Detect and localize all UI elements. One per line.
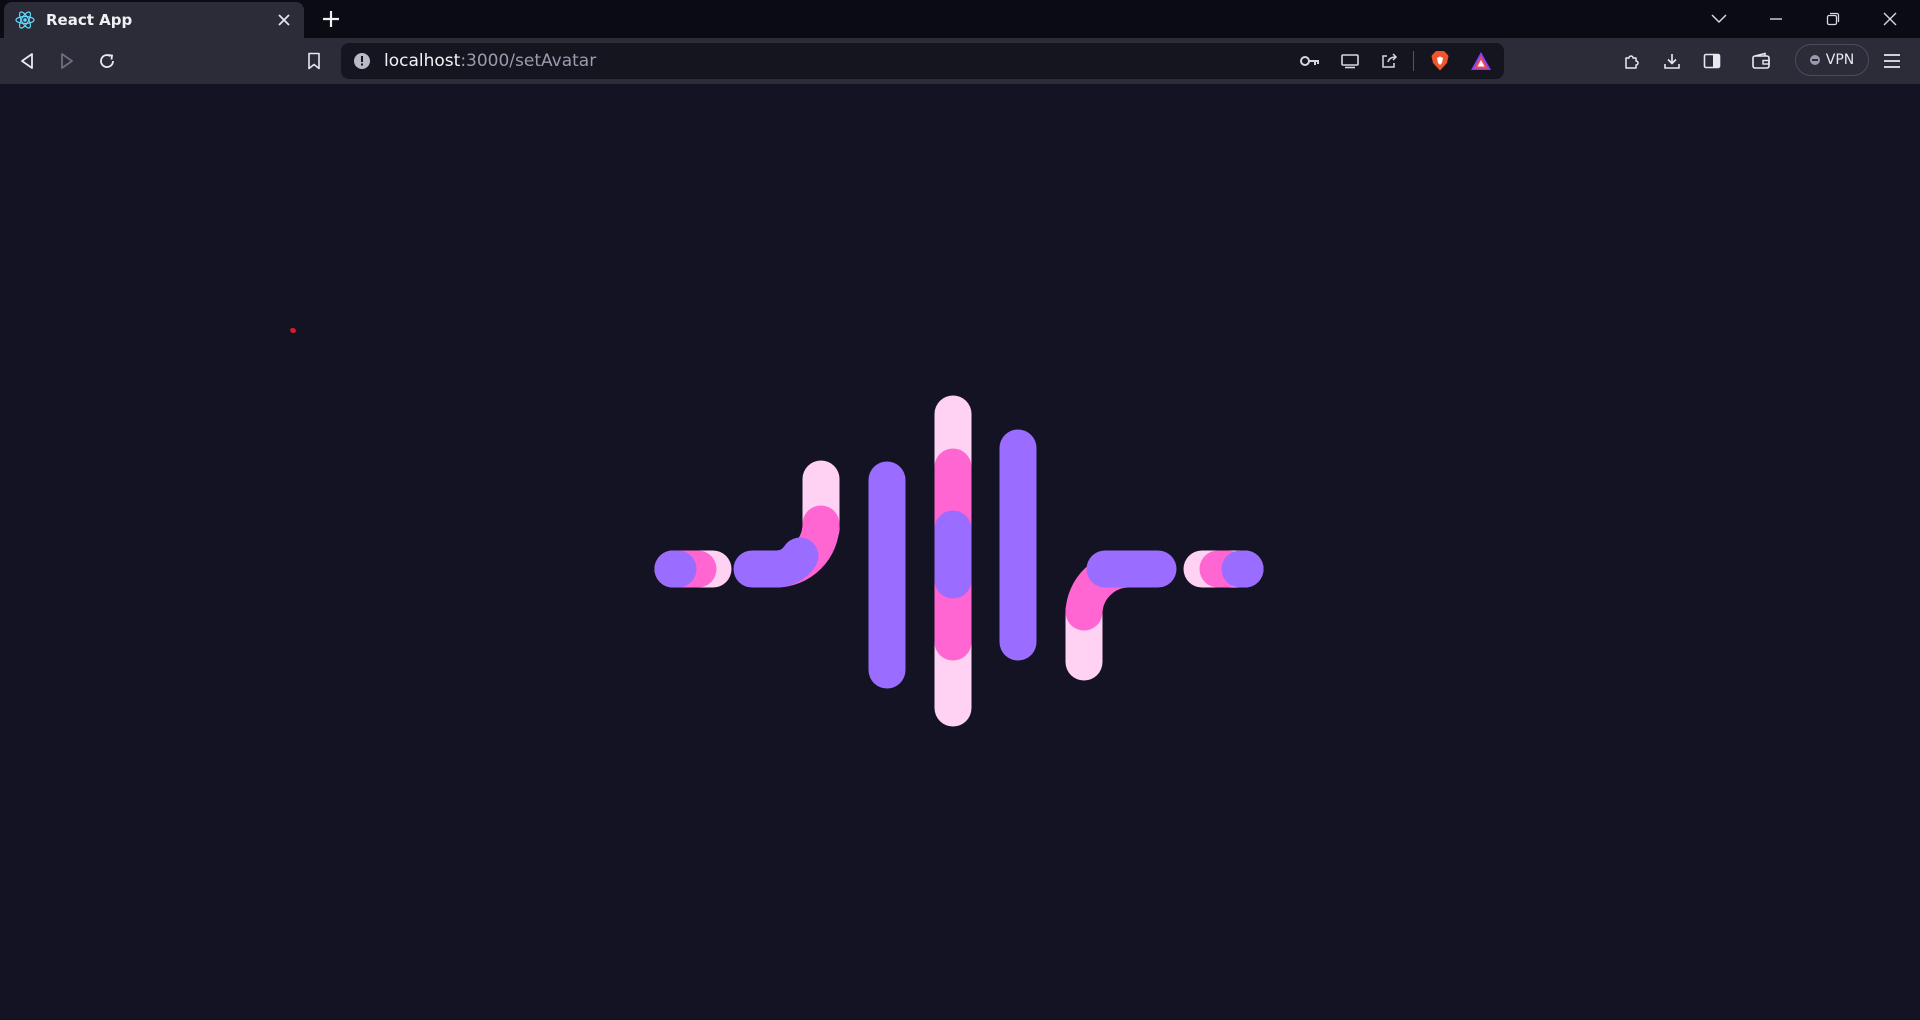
sidebar-icon[interactable]: [1697, 46, 1727, 76]
vpn-label: VPN: [1825, 52, 1855, 68]
tab-strip: React App: [0, 0, 1920, 38]
loader-segment: [733, 537, 819, 588]
site-info-icon[interactable]: [353, 52, 371, 70]
new-tab-button[interactable]: [318, 7, 344, 31]
key-icon[interactable]: [1297, 48, 1323, 74]
url-path: :3000/setAvatar: [460, 51, 597, 71]
close-window-icon[interactable]: [1870, 6, 1910, 32]
react-logo-icon: [14, 9, 36, 31]
url-text[interactable]: localhost:3000/setAvatar: [384, 51, 596, 71]
forward-arrow-icon[interactable]: [52, 46, 82, 76]
minimize-icon[interactable]: [1756, 6, 1796, 32]
close-icon[interactable]: [274, 10, 294, 30]
bookmark-icon[interactable]: [299, 46, 329, 76]
back-arrow-icon[interactable]: [12, 46, 42, 76]
share-icon[interactable]: [1376, 48, 1402, 74]
brave-rewards-icon[interactable]: [1468, 48, 1494, 74]
wallet-icon[interactable]: [1746, 46, 1776, 76]
browser-tab[interactable]: React App: [4, 2, 304, 38]
reload-icon[interactable]: [92, 46, 122, 76]
audio-wave-loader-icon: [654, 395, 1264, 727]
browser-toolbar: localhost:3000/setAvatar VPN: [0, 38, 1920, 84]
tab-search-icon[interactable]: [1699, 6, 1739, 32]
address-bar[interactable]: localhost:3000/setAvatar: [341, 43, 1504, 79]
tab-title: React App: [46, 11, 133, 29]
url-host: localhost: [384, 51, 461, 71]
vpn-button[interactable]: VPN: [1795, 44, 1869, 76]
cast-icon[interactable]: [1337, 48, 1363, 74]
plus-icon: [323, 11, 339, 27]
page-content: [0, 84, 1920, 1020]
hamburger-menu-icon[interactable]: [1877, 46, 1907, 76]
restore-icon[interactable]: [1813, 6, 1853, 32]
url-separator: [1413, 51, 1414, 71]
vpn-status-icon: [1809, 55, 1820, 65]
brave-shields-icon[interactable]: [1427, 48, 1453, 74]
download-icon[interactable]: [1657, 46, 1687, 76]
extensions-icon[interactable]: [1617, 46, 1647, 76]
